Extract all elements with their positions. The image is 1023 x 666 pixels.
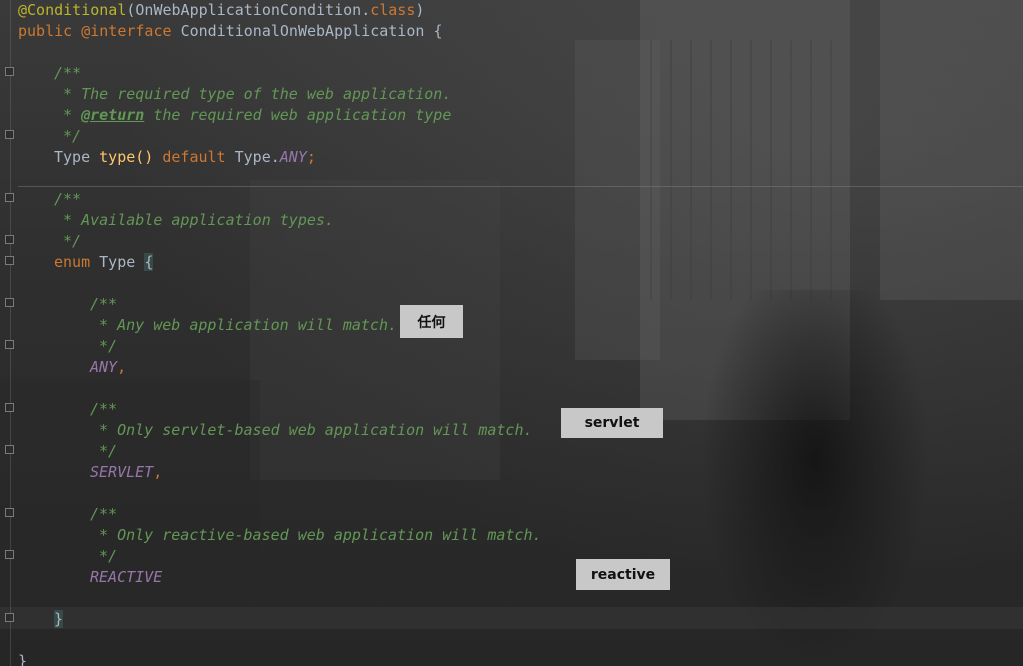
code-line-closing-brace[interactable]: } (18, 651, 27, 666)
method-name-token: type() (99, 148, 154, 166)
doc-comment-line[interactable]: /** (90, 294, 117, 315)
doc-comment-text: * (54, 106, 82, 124)
doc-comment-line[interactable]: * Only servlet-based web application wil… (90, 420, 533, 441)
code-line-declaration[interactable]: public @interface ConditionalOnWebApplic… (18, 21, 442, 42)
constant-token: ANY (279, 148, 307, 166)
doc-comment-line[interactable]: * The required type of the web applicati… (54, 84, 451, 105)
doc-comment-line[interactable]: */ (54, 231, 81, 252)
constant-token: REACTIVE (90, 568, 163, 586)
doc-comment-line[interactable]: * Any web application will match. (90, 315, 397, 336)
comma-token: , (153, 463, 163, 481)
code-line-enum-constant[interactable]: ANY, (90, 357, 126, 378)
label-any: 任何 (400, 305, 463, 338)
annotation-token: @Conditional (18, 1, 127, 19)
dot-token: . (361, 1, 371, 19)
keyword-token: @interface (81, 22, 172, 40)
doc-comment-line[interactable]: * @return the required web application t… (54, 105, 451, 126)
type-name-token: Type (54, 148, 91, 166)
doc-comment-line[interactable]: * Only reactive-based web application wi… (90, 525, 542, 546)
doc-comment-text: the required web application type (144, 106, 452, 124)
code-lines[interactable]: @Conditional(OnWebApplicationCondition.c… (0, 0, 1023, 666)
keyword-token: enum (54, 253, 91, 271)
doc-comment-line[interactable]: */ (90, 546, 117, 567)
doc-comment-line[interactable]: * Available application types. (54, 210, 334, 231)
doc-comment-line[interactable]: /** (90, 399, 117, 420)
code-line-enum-constant[interactable]: SERVLET, (90, 462, 162, 483)
keyword-token: class (370, 1, 416, 19)
doc-comment-line[interactable]: /** (54, 189, 81, 210)
code-line-closing-brace[interactable]: } (54, 609, 64, 630)
keyword-token: public (18, 22, 73, 40)
brace-token: { (144, 253, 154, 271)
type-name-token: ConditionalOnWebApplication (180, 22, 425, 40)
brace-token: } (18, 652, 28, 666)
constant-token: ANY (90, 358, 118, 376)
semicolon-token: ; (306, 148, 316, 166)
label-servlet: servlet (561, 408, 663, 438)
type-name-token: Type (99, 253, 136, 271)
doc-comment-line[interactable]: */ (90, 336, 117, 357)
class-ref-token: OnWebApplicationCondition (135, 1, 362, 19)
doc-comment-line[interactable]: */ (54, 126, 81, 147)
code-line-enum[interactable]: enum Type { (54, 252, 154, 273)
code-line-enum-constant[interactable]: REACTIVE (90, 567, 162, 588)
brace-token: } (54, 610, 64, 628)
constant-token: SERVLET (90, 463, 154, 481)
code-line-method[interactable]: Type type() default Type.ANY; (54, 147, 316, 168)
doc-comment-line[interactable]: /** (90, 504, 117, 525)
doc-comment-line[interactable]: /** (54, 63, 81, 84)
qualifier-token: Type. (234, 148, 280, 166)
code-editor[interactable]: @Conditional(OnWebApplicationCondition.c… (0, 0, 1023, 666)
paren-token: ) (415, 1, 425, 19)
doc-comment-line[interactable]: */ (90, 441, 117, 462)
code-line-annotation[interactable]: @Conditional(OnWebApplicationCondition.c… (18, 0, 424, 21)
comma-token: , (117, 358, 127, 376)
keyword-token: default (162, 148, 226, 166)
brace-token: { (433, 22, 443, 40)
doc-tag-token: @return (81, 106, 145, 124)
label-reactive: reactive (576, 559, 670, 590)
